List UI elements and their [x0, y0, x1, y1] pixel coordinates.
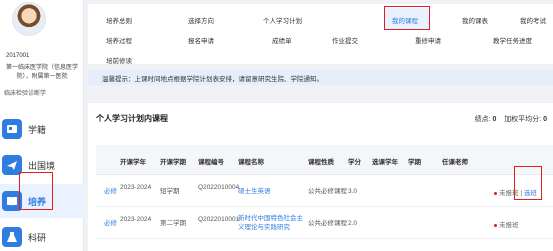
card-title: 个人学习计划内课程 [96, 114, 168, 123]
stats: 绩点: 0 加权平均分: 0 [475, 114, 547, 124]
id-card-icon [2, 119, 22, 139]
th-select-year: 选课学年 [372, 159, 398, 166]
sidebar-item-label: 出国境 [28, 160, 56, 171]
sidebar-item-label: 科研 [28, 232, 47, 243]
th-credit: 学分 [348, 159, 361, 166]
course-card: 个人学习计划内课程 绩点: 0 加权平均分: 0 开课学年 开课学期 课程编号 … [88, 103, 553, 251]
th-code: 课程编号 [198, 159, 224, 166]
th-semester: 学期 [408, 159, 421, 166]
course-name-link[interactable]: 硕士生英语 [238, 187, 271, 196]
course-term: 短学期 [160, 188, 180, 195]
menu-item-jiaoxuerenwujindu[interactable]: 教学任务进度 [493, 35, 532, 45]
course-term: 第二学期 [160, 220, 186, 227]
sidebar-item-label: 学籍 [28, 124, 47, 135]
menu-item-peiyangguocheng[interactable]: 培养过程 [106, 35, 132, 45]
course-type: 必修 [104, 188, 117, 195]
status-dot-icon [494, 191, 497, 195]
menu-item-peiqianxiudu[interactable]: 培前修读 [106, 55, 132, 65]
course-name-link[interactable]: 新时代中国特色社会主义理论与实践研究 [238, 214, 308, 232]
menu-item-xuanzefangxiang[interactable]: 选择方向 [188, 15, 214, 25]
course-year: 2023-2024 [120, 184, 152, 191]
sidebar-item-keyan[interactable]: 科研 [0, 220, 84, 251]
credits-label: 绩点: [474, 116, 491, 123]
th-teacher: 任课老师 [442, 159, 468, 166]
menu-item-peiyangzongze[interactable]: 培养总则 [106, 15, 132, 25]
th-year: 开课学年 [120, 159, 146, 166]
course-code: Q2022010001 [198, 216, 240, 223]
course-nature: 公共必修课程 [308, 220, 347, 227]
menu-item-chengjidan[interactable]: 成绩单 [272, 35, 292, 45]
student-affiliation: 第一临床医学院（信息医学院），附属第一医院 [5, 65, 78, 80]
course-credit: 3.0 [348, 188, 358, 195]
student-major-tag: 临床检验诊断学 [4, 91, 47, 97]
th-term: 开课学期 [160, 159, 186, 166]
table-header: 开课学年 开课学期 课程编号 课程名称 课程性质 学分 选课学年 学期 任课老师 [96, 145, 553, 175]
flask-icon [2, 227, 22, 247]
course-year: 2023-2024 [120, 216, 152, 223]
enroll-status: 未报班 [494, 219, 519, 229]
course-credit: 2.0 [348, 220, 358, 227]
student-id: 2017001 [6, 53, 30, 59]
course-type: 必修 [104, 220, 117, 227]
menu-item-zuoyetijiao[interactable]: 作业提交 [332, 35, 358, 45]
th-name: 课程名称 [238, 159, 264, 166]
gpa-value: 0 [543, 116, 547, 123]
status-dot-icon [494, 223, 497, 227]
menu-item-gerenxuexijihua[interactable]: 个人学习计划 [263, 15, 302, 25]
th-nature: 课程性质 [308, 159, 334, 166]
menu-item-baomingshenqing[interactable]: 报名申请 [188, 35, 214, 45]
highlight-box-menu [384, 6, 430, 30]
top-menu: 培养总则 选择方向 个人学习计划 我的课程 我的课表 我的考试 培养过程 报名申… [88, 4, 553, 65]
course-code: Q2022010004 [198, 184, 240, 191]
course-nature: 公共必修课程 [308, 188, 347, 195]
highlight-box-action [514, 166, 542, 200]
table-row: 必修 2023-2024 第二学期 Q2022010001 新时代中国特色社会主… [96, 207, 553, 239]
sidebar-item-xueji[interactable]: 学籍 [0, 112, 84, 146]
menu-item-wodekaoshi[interactable]: 我的考试 [520, 15, 546, 25]
menu-item-wodekebiao[interactable]: 我的课表 [462, 15, 488, 25]
sidebar: 2017001 第一临床医学院（信息医学院），附属第一医院 临床检验诊断学 学籍… [0, 0, 84, 251]
credits-value: 0 [492, 116, 497, 123]
highlight-box-sidebar [19, 172, 53, 210]
table-row: 必修 2023-2024 短学期 Q2022010004 硕士生英语 公共必修课… [96, 175, 553, 207]
avatar[interactable] [12, 2, 46, 36]
notice-banner: 温馨提示：上课时间地点根据学院计划表安排，请留意研究生院、学院通知。 [88, 70, 553, 85]
gpa-label: 加权平均分: [504, 116, 542, 123]
menu-item-chongxiushenqing[interactable]: 重修申请 [415, 35, 441, 45]
